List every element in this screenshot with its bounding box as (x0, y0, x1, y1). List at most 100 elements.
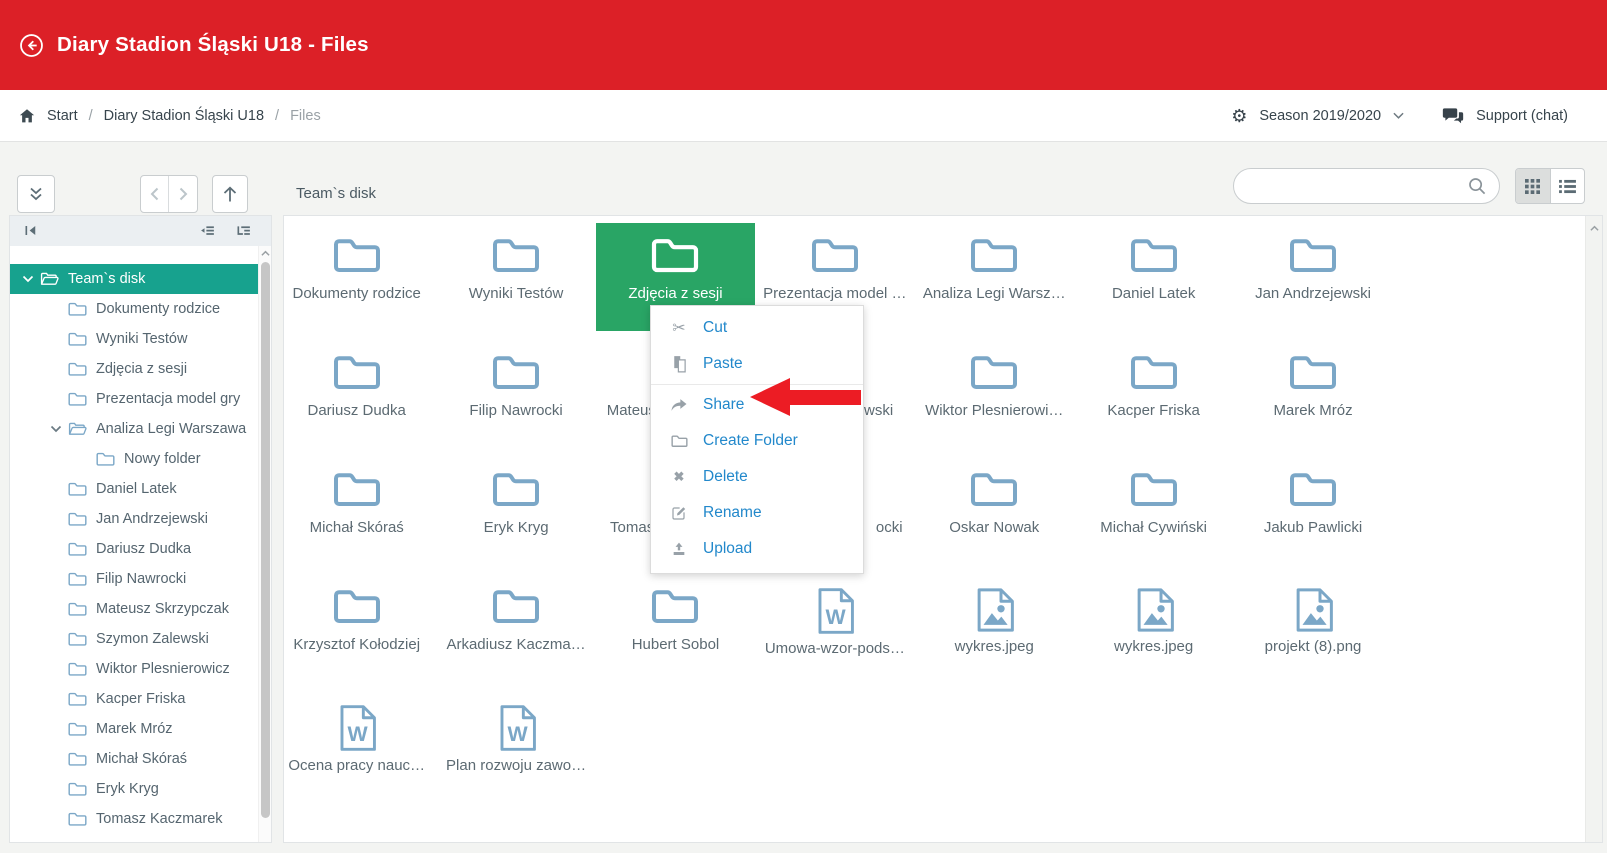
tree-item[interactable]: Filip Nawrocki (10, 564, 258, 594)
view-mode-toggle (1515, 168, 1585, 204)
main-scrollbar[interactable] (1585, 216, 1602, 842)
x-icon: ✖ (669, 469, 689, 485)
history-nav (140, 175, 198, 213)
collapse-panel-button[interactable] (17, 175, 55, 213)
tree-item[interactable]: Eryk Kryg (10, 774, 258, 804)
back-icon[interactable] (18, 32, 45, 59)
folder-icon (492, 468, 540, 510)
chevron-down-icon[interactable] (22, 275, 34, 283)
scissors-icon: ✂ (669, 318, 689, 338)
grid-view-button[interactable] (1516, 169, 1550, 203)
folder-icon (492, 351, 540, 393)
menu-item-paste[interactable]: Paste (651, 346, 863, 382)
menu-item-cut[interactable]: ✂ Cut (651, 310, 863, 346)
grid-item-folder[interactable]: Michał Skóraś (283, 457, 436, 565)
breadcrumb-team[interactable]: Diary Stadion Śląski U18 (104, 108, 264, 124)
breadcrumb-separator: / (275, 108, 279, 124)
support-chat-link[interactable]: Support (chat) (1476, 108, 1568, 124)
collapse-all-icon[interactable] (200, 224, 215, 237)
breadcrumb: Start / Diary Stadion Śląski U18 / Files (18, 107, 321, 125)
folder-icon (68, 721, 87, 737)
grid-item-folder[interactable]: Oskar Nowak (915, 457, 1074, 565)
folder-icon (492, 585, 540, 627)
tree-item[interactable]: Wyniki Testów (10, 324, 258, 354)
tree-item[interactable]: Dokumenty rodzice (10, 294, 258, 324)
grid-item-word-doc[interactable]: W Umowa-wzor-pods… (755, 574, 914, 682)
arrow-up-icon (222, 186, 238, 203)
folder-icon (68, 661, 87, 677)
breadcrumb-separator: / (89, 108, 93, 124)
tree-item[interactable]: Kacper Friska (10, 684, 258, 714)
grid-item-image[interactable]: wykres.jpeg (1074, 574, 1233, 682)
tree-item-expanded[interactable]: Analiza Legi Warszawa (10, 414, 258, 444)
grid-item-folder[interactable]: Michał Cywiński (1074, 457, 1233, 565)
folder-icon (68, 481, 87, 497)
menu-item-create-folder[interactable]: Create Folder (651, 423, 863, 459)
grid-item-word-doc[interactable]: W Plan rozwoju zawo… (436, 691, 595, 799)
home-icon[interactable] (18, 107, 36, 125)
grid-item-image[interactable]: wykres.jpeg (915, 574, 1074, 682)
gear-icon: ⚙ (1231, 107, 1247, 125)
tree-item[interactable]: Mateusz Skrzypczak (10, 594, 258, 624)
grid-item-image[interactable]: projekt (8).png (1233, 574, 1392, 682)
menu-item-upload[interactable]: Upload (651, 531, 863, 567)
breadcrumb-start[interactable]: Start (47, 108, 78, 124)
grid-item-folder[interactable]: Wiktor Plesnierowi… (915, 340, 1074, 448)
season-selector[interactable]: Season 2019/2020 (1259, 108, 1381, 124)
arrow-tail (790, 390, 861, 405)
tree-item[interactable]: Marek Mróz (10, 714, 258, 744)
chevron-down-icon (1393, 112, 1404, 119)
grid-item-folder[interactable]: Dokumenty rodzice (283, 223, 436, 331)
tree-item[interactable]: Tomasz Kaczmarek (10, 804, 258, 834)
menu-item-rename[interactable]: Rename (651, 495, 863, 531)
grid-item-folder[interactable]: Hubert Sobol (596, 574, 755, 682)
grid-item-folder[interactable]: Krzysztof Kołodziej (283, 574, 436, 682)
tree-item-teams-disk[interactable]: Team`s disk (10, 264, 258, 294)
grid-item-folder[interactable]: Wyniki Testów (436, 223, 595, 331)
folder-tree-panel: Team`s disk Dokumenty rodzice Wyniki Tes… (9, 215, 272, 843)
image-file-icon (1292, 587, 1334, 633)
tree-item[interactable]: Dariusz Dudka (10, 534, 258, 564)
breadcrumb-current: Files (290, 108, 321, 124)
forward-nav-button[interactable] (169, 176, 197, 212)
folder-icon (651, 234, 699, 276)
topbar-right: ⚙ Season 2019/2020 Support (chat) (1231, 107, 1568, 125)
tree-item[interactable]: Nowy folder (10, 444, 258, 474)
tree-item[interactable]: Szymon Zalewski (10, 624, 258, 654)
scroll-up-icon[interactable] (1590, 225, 1599, 232)
grid-item-word-doc[interactable]: W Ocena pracy nauc… (283, 691, 436, 799)
grid-item-folder[interactable]: Jan Andrzejewski (1233, 223, 1392, 331)
grid-item-folder[interactable]: Eryk Kryg (436, 457, 595, 565)
grid-item-folder[interactable]: Daniel Latek (1074, 223, 1233, 331)
list-view-button[interactable] (1550, 169, 1584, 203)
tree-item[interactable]: Zdjęcia z sesji (10, 354, 258, 384)
menu-item-delete[interactable]: ✖ Delete (651, 459, 863, 495)
search-input[interactable] (1234, 169, 1467, 203)
context-menu: ✂ Cut Paste Share Create Folder ✖ Delete… (650, 305, 864, 574)
grid-item-folder[interactable]: Arkadiusz Kaczma… (436, 574, 595, 682)
scrollbar-thumb[interactable] (261, 262, 270, 818)
grid-item-folder[interactable]: Filip Nawrocki (436, 340, 595, 448)
search-icon[interactable] (1467, 176, 1487, 196)
sidebar-scrollbar[interactable] (258, 246, 271, 842)
tree-item[interactable]: Jan Andrzejewski (10, 504, 258, 534)
up-folder-button[interactable] (212, 175, 248, 213)
breadcrumb-bar: Start / Diary Stadion Śląski U18 / Files… (0, 90, 1607, 142)
tree-item[interactable]: Michał Skóraś (10, 744, 258, 774)
tree-item[interactable]: Wiktor Plesnierowicz (10, 654, 258, 684)
grid-item-folder[interactable]: Dariusz Dudka (283, 340, 436, 448)
grid-item-folder[interactable]: Analiza Legi Warsz… (915, 223, 1074, 331)
chevron-down-icon[interactable] (50, 425, 62, 433)
word-file-icon: W (496, 704, 537, 752)
grid-item-folder[interactable]: Kacper Friska (1074, 340, 1233, 448)
back-nav-button[interactable] (141, 176, 169, 212)
grid-item-folder[interactable]: Jakub Pawlicki (1233, 457, 1392, 565)
scroll-up-icon[interactable] (261, 250, 270, 257)
share-icon (669, 398, 689, 413)
tree-item[interactable]: Daniel Latek (10, 474, 258, 504)
grid-item-folder[interactable]: Marek Mróz (1233, 340, 1392, 448)
grid-row: W Ocena pracy nauc… W Plan rozwoju zawo… (283, 691, 596, 799)
expand-all-icon[interactable] (236, 224, 251, 237)
tree-item[interactable]: Prezentacja model gry (10, 384, 258, 414)
collapse-sidebar-icon[interactable] (24, 224, 39, 237)
